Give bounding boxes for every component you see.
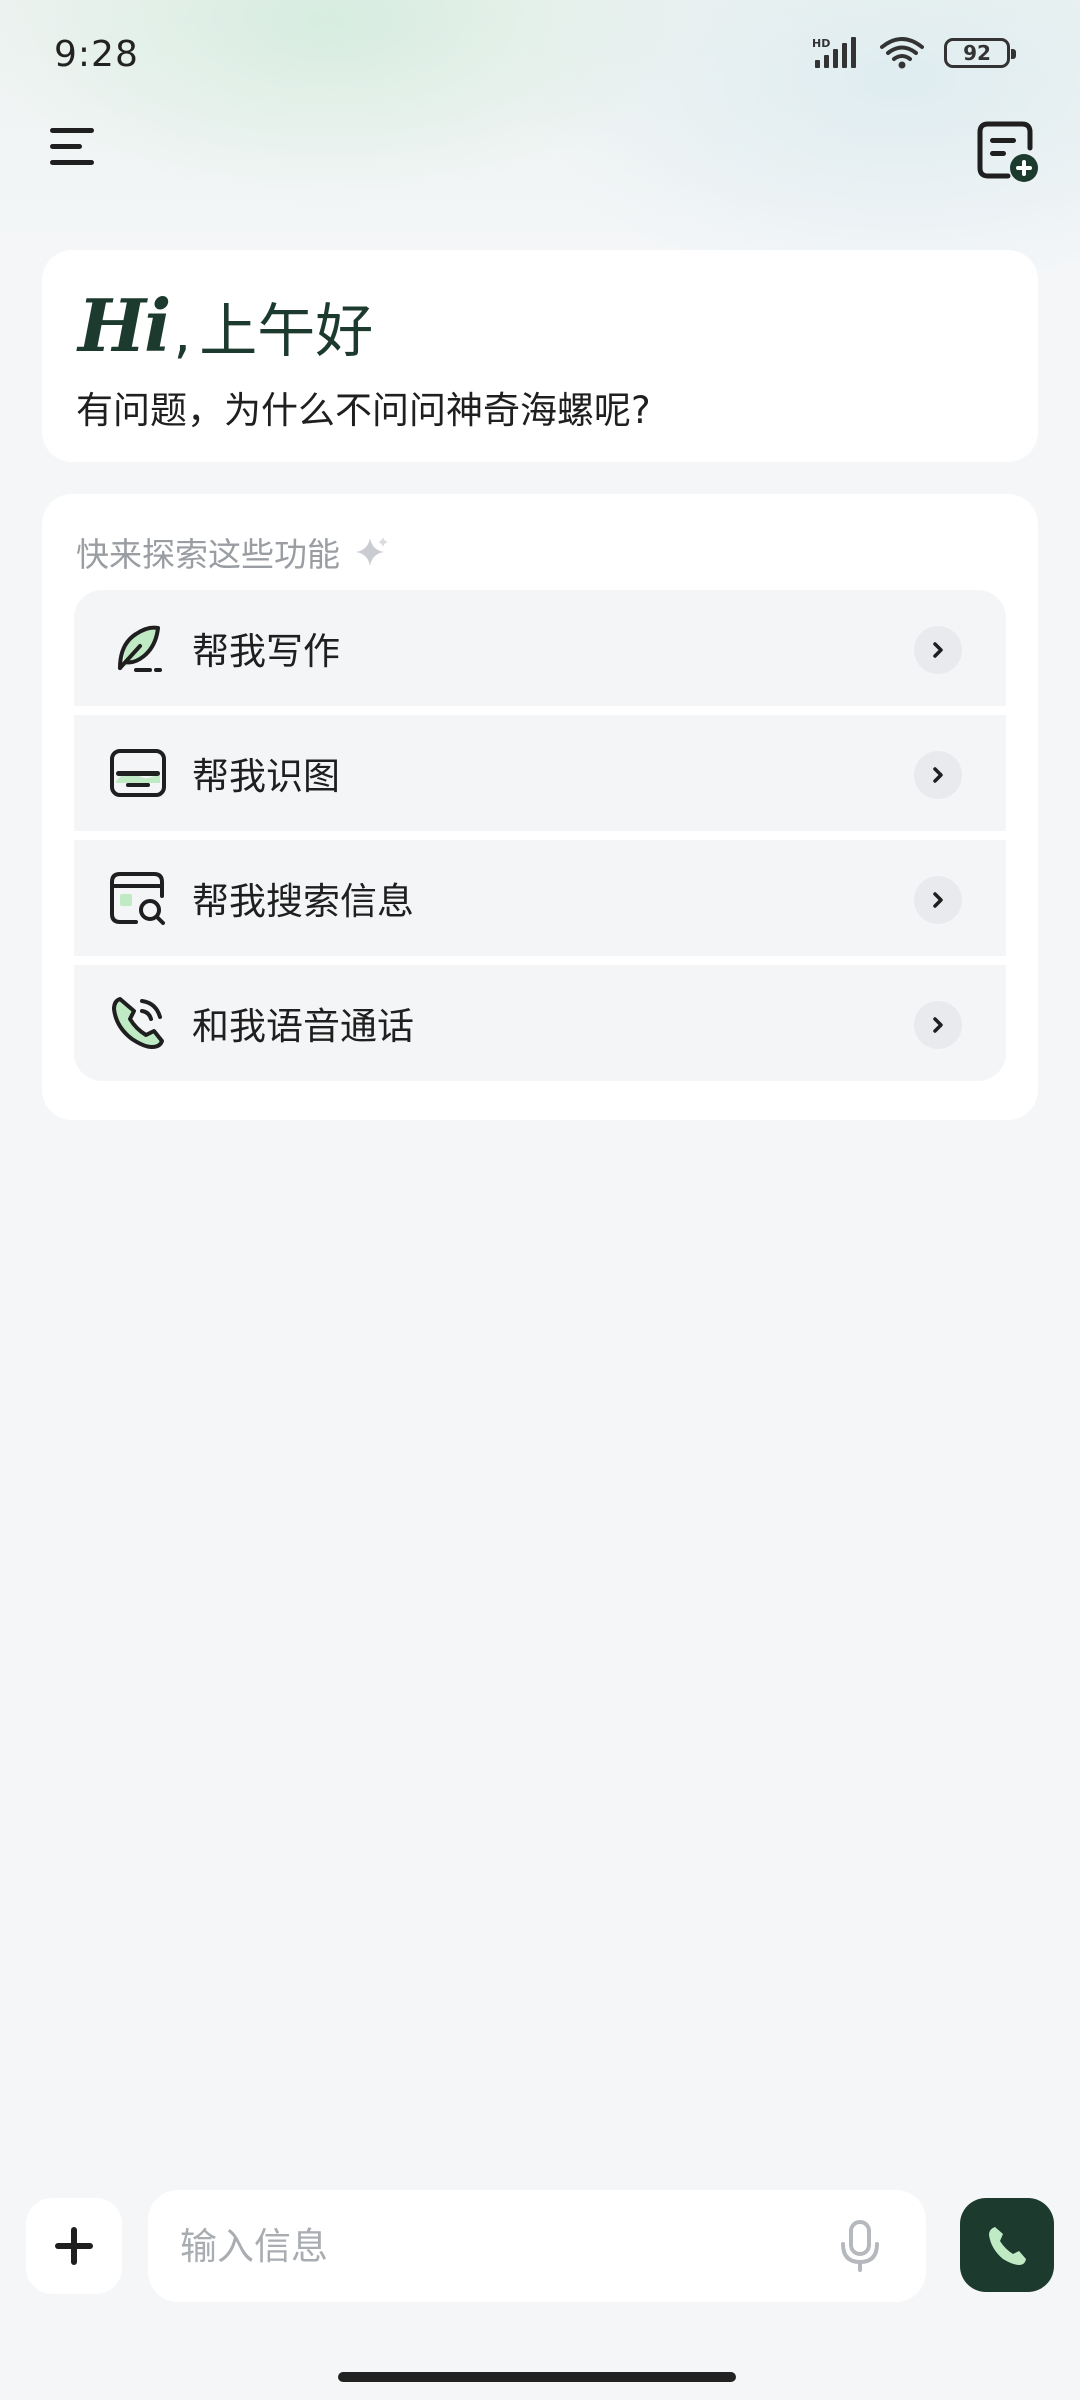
attach-button[interactable] [26, 2198, 122, 2294]
message-input[interactable] [180, 2224, 800, 2268]
status-time: 9:28 [54, 34, 139, 75]
feature-label: 和我语音通话 [192, 1005, 414, 1048]
chevron-right-icon [914, 626, 962, 674]
voice-call-button[interactable] [960, 2198, 1054, 2292]
phone-icon [989, 2227, 1026, 2265]
feature-list: 帮我写作 帮我识图 帮我搜索信息 和我语音通话 [74, 590, 1006, 1081]
chevron-right-icon [914, 1001, 962, 1049]
home-indicator[interactable] [338, 2372, 736, 2382]
chevron-right-icon [914, 876, 962, 924]
greeting-time-of-day: 上午好 [199, 297, 374, 365]
status-bar: 9:28 HD 92 [0, 0, 1080, 110]
feature-label: 帮我搜索信息 [192, 880, 414, 923]
quill-icon [118, 625, 162, 672]
greeting-title: Hi , 上午好 [78, 286, 373, 362]
microphone-icon [841, 2220, 879, 2272]
greeting-hi: Hi [78, 283, 171, 368]
status-icons: HD 92 [812, 36, 1016, 70]
battery-indicator: 92 [944, 38, 1016, 68]
sparkle-icon [356, 537, 388, 566]
app-screen: 9:28 HD 92 Hi , 上午好 有问题，为什么不问问神奇海螺呢? 快来探… [0, 0, 1080, 2400]
explore-card: 快来探索这些功能 帮我写作 帮我识图 帮我搜索信息 和我语音通话 [42, 494, 1038, 1120]
feature-item-voice-call[interactable]: 和我语音通话 [74, 965, 1006, 1081]
feature-item-search[interactable]: 帮我搜索信息 [74, 840, 1006, 956]
greeting-comma: , [173, 301, 192, 366]
voice-input-button[interactable] [832, 2218, 888, 2274]
image-recognize-icon [110, 749, 166, 797]
explore-header: 快来探索这些功能 [76, 528, 390, 576]
new-chat-icon [977, 121, 1038, 182]
signal-icon: HD [812, 37, 856, 68]
greeting-card: Hi , 上午好 有问题，为什么不问问神奇海螺呢? [42, 250, 1038, 462]
plus-icon [55, 2227, 93, 2265]
wifi-icon [880, 37, 924, 69]
voice-call-icon [112, 997, 164, 1049]
web-search-icon [110, 872, 165, 925]
menu-button[interactable] [44, 118, 104, 178]
feature-item-writing[interactable]: 帮我写作 [74, 590, 1006, 706]
new-chat-button[interactable] [974, 118, 1040, 184]
network-type-label: HD [812, 37, 830, 50]
greeting-subtitle: 有问题，为什么不问问神奇海螺呢? [76, 389, 651, 432]
hamburger-menu-icon [50, 128, 94, 165]
explore-title: 快来探索这些功能 [76, 535, 340, 574]
feature-label: 帮我识图 [192, 755, 340, 798]
message-input-box [148, 2190, 926, 2302]
chevron-right-icon [914, 751, 962, 799]
feature-label: 帮我写作 [192, 630, 340, 673]
feature-item-image-recognition[interactable]: 帮我识图 [74, 715, 1006, 831]
